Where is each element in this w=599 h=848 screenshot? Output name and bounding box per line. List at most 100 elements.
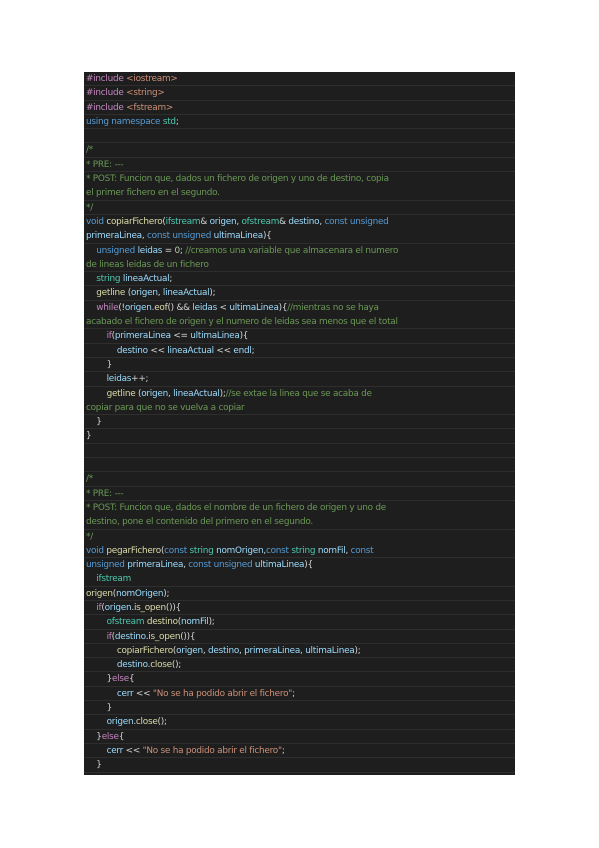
code-line: [84, 444, 515, 459]
code-line: * POST: Funcion que, dados el nombre de …: [84, 501, 515, 515]
code-token: nomFil: [181, 617, 209, 628]
code-line: * PRE: ---: [84, 158, 515, 173]
code-line: }: [84, 358, 515, 373]
code-token: eof: [154, 302, 168, 313]
code-token: copiarFichero: [116, 645, 173, 656]
code-token: origen: [104, 602, 132, 613]
code-token: */: [86, 531, 93, 542]
code-token: <<: [123, 745, 143, 756]
code-token: ultimaLinea: [229, 302, 279, 313]
code-line: if(origen.is_open()){: [84, 601, 515, 616]
code-token: }: [86, 760, 102, 771]
code-block: #include <iostream> #include <string> #inc…: [84, 72, 515, 775]
code-line: de lineas leidas de un fichero: [84, 258, 515, 273]
code-line: }: [84, 415, 515, 430]
code-token: #include: [86, 88, 127, 99]
code-line: using namespace std;: [84, 115, 515, 130]
code-token: "No se ha podido abrir el fichero": [152, 688, 293, 699]
code-token: unsigned: [96, 245, 138, 256]
code-token: ()){: [165, 602, 181, 613]
code-token: <fstream>: [126, 102, 174, 113]
code-line: destino, pone el contenido del primero e…: [84, 515, 515, 530]
code-token: ifstream: [165, 216, 201, 227]
code-token: =: [162, 245, 175, 256]
code-token: destino: [114, 631, 146, 642]
code-token: const: [265, 545, 292, 556]
code-token: }: [86, 731, 102, 742]
code-token: unsigned: [86, 560, 128, 571]
code-token: }: [86, 703, 113, 714]
code-token: #include: [86, 102, 127, 113]
code-token: ){: [304, 560, 313, 571]
code-token: /*: [86, 474, 93, 485]
code-line: }else{: [84, 730, 515, 744]
code-token: origen: [141, 388, 168, 399]
code-token: }: [86, 359, 113, 370]
code-line: }: [84, 701, 515, 716]
code-token: is_open: [133, 602, 166, 613]
code-token: namespace: [111, 116, 163, 127]
code-token: const: [324, 216, 350, 227]
code-token: destino: [208, 645, 239, 656]
code-token: copiar para que no se vuelva a copiar: [86, 402, 245, 413]
code-line: #include <iostream>: [84, 72, 515, 87]
code-line: * POST: Funcion que, dados un fichero de…: [84, 172, 515, 186]
code-token: close: [135, 717, 158, 728]
code-token: origen: [124, 302, 152, 313]
code-token: ();: [171, 660, 182, 671]
code-token: ;: [251, 345, 255, 356]
code-token: }: [86, 417, 102, 428]
code-line: }else{: [84, 672, 515, 687]
code-line: cerr << "No se ha podido abrir el ficher…: [84, 744, 515, 759]
code-token: primeraLinea: [244, 645, 301, 656]
code-token: void: [86, 216, 107, 227]
code-token: origen: [130, 288, 158, 299]
code-line: unsigned leidas = 0; //creamos una varia…: [84, 244, 515, 258]
code-token: &: [279, 216, 289, 227]
code-token: ;: [281, 745, 285, 756]
code-line: [84, 129, 515, 144]
code-token: string: [291, 545, 318, 556]
code-token: //se extae la linea que se acaba de: [225, 388, 372, 399]
code-token: primeraLinea: [127, 560, 184, 571]
code-token: <string>: [126, 88, 165, 99]
code-token: lineaActual: [122, 274, 170, 285]
code-line: [84, 458, 515, 473]
code-token: getline: [106, 388, 138, 399]
code-token: leidas: [137, 245, 163, 256]
code-token: );: [163, 588, 170, 599]
code-line: if(primeraLinea <= ultimaLinea){: [84, 329, 515, 344]
code-token: &: [200, 216, 210, 227]
code-token: * PRE: ---: [86, 159, 124, 170]
code-token: }: [86, 431, 92, 442]
code-token: ++;: [131, 374, 149, 385]
code-token: lineaActual: [173, 388, 220, 399]
code-token: #include: [86, 74, 127, 84]
code-token: const: [350, 545, 374, 556]
code-line: ifstream: [84, 572, 515, 587]
code-token: */: [86, 202, 93, 213]
code-line: leidas++;: [84, 372, 515, 387]
code-token: );: [209, 288, 216, 299]
code-token: ){: [278, 302, 288, 313]
code-line: string lineaActual;: [84, 272, 515, 287]
code-token: acabado el fichero de origen y el numero…: [86, 317, 398, 328]
code-token: * POST: Funcion que, dados el nombre de …: [86, 502, 386, 513]
code-line: copiar para que no se vuelva a copiar: [84, 401, 515, 416]
code-line: }: [84, 429, 515, 444]
code-line: if(destino.is_open()){: [84, 630, 515, 644]
code-token: <<: [133, 688, 153, 699]
code-line: }: [84, 758, 515, 773]
code-token: origen: [176, 645, 203, 656]
code-token: leidas: [106, 374, 132, 385]
code-token: origen: [106, 717, 134, 728]
code-token: const: [147, 231, 173, 242]
code-token: ()){: [180, 631, 196, 642]
